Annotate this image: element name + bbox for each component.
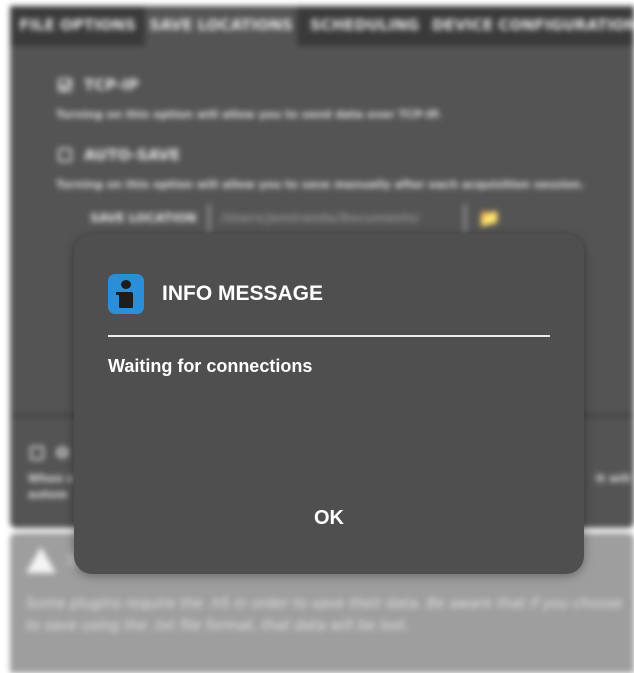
lower-option-description-right: it will	[596, 472, 631, 485]
autosave-description: Turning on this option will allow you to…	[56, 178, 585, 191]
tab-bar: FILE OPTIONS SAVE LOCATIONS SCHEDULING D…	[10, 6, 634, 46]
info-icon-dot	[121, 280, 131, 289]
dialog-title: INFO MESSAGE	[162, 282, 324, 305]
dialog-message: Waiting for connections	[108, 356, 313, 376]
app-stage: FILE OPTIONS SAVE LOCATIONS SCHEDULING D…	[0, 0, 634, 673]
autosave-label: AUTO-SAVE	[84, 146, 181, 164]
tab-device-configuration[interactable]: DEVICE CONFIGURATION	[432, 6, 634, 46]
info-icon	[108, 274, 144, 314]
warning-text: Some plugins require the .h5 in order to…	[26, 596, 623, 634]
save-location-label: SAVE LOCATION	[90, 211, 197, 225]
lower-option-checkbox[interactable]	[30, 446, 44, 460]
autosave-checkbox[interactable]	[58, 148, 72, 162]
ok-button[interactable]: OK	[279, 498, 379, 538]
tcpip-option[interactable]: TCP-IP	[58, 76, 139, 94]
save-location-input[interactable]: /Users/jomiranda/Documents/	[208, 204, 467, 232]
lower-option-description-left: When c	[28, 472, 74, 485]
tcpip-label: TCP-IP	[84, 76, 139, 94]
autosave-option[interactable]: AUTO-SAVE	[58, 146, 180, 164]
info-icon-stem	[116, 292, 133, 308]
dialog-header: INFO MESSAGE	[108, 274, 323, 314]
save-location-row: SAVE LOCATION /Users/jomiranda/Documents…	[90, 204, 501, 232]
warning-triangle-icon	[26, 547, 56, 573]
tab-scheduling[interactable]: SCHEDULING	[297, 6, 432, 46]
tab-file-options[interactable]: FILE OPTIONS	[10, 6, 145, 46]
tcpip-checkbox[interactable]	[58, 78, 72, 92]
tab-save-locations[interactable]: SAVE LOCATIONS	[145, 6, 297, 46]
folder-icon[interactable]: 📁	[478, 208, 500, 229]
info-message-dialog: INFO MESSAGE Waiting for connections OK	[74, 234, 584, 574]
dialog-divider	[108, 335, 550, 337]
lower-option[interactable]: O	[30, 444, 69, 462]
lower-option-label: O	[56, 444, 69, 462]
lower-option-description-left-2: autom	[28, 488, 68, 501]
tcpip-description: Turning on this option will allow you to…	[56, 108, 441, 121]
